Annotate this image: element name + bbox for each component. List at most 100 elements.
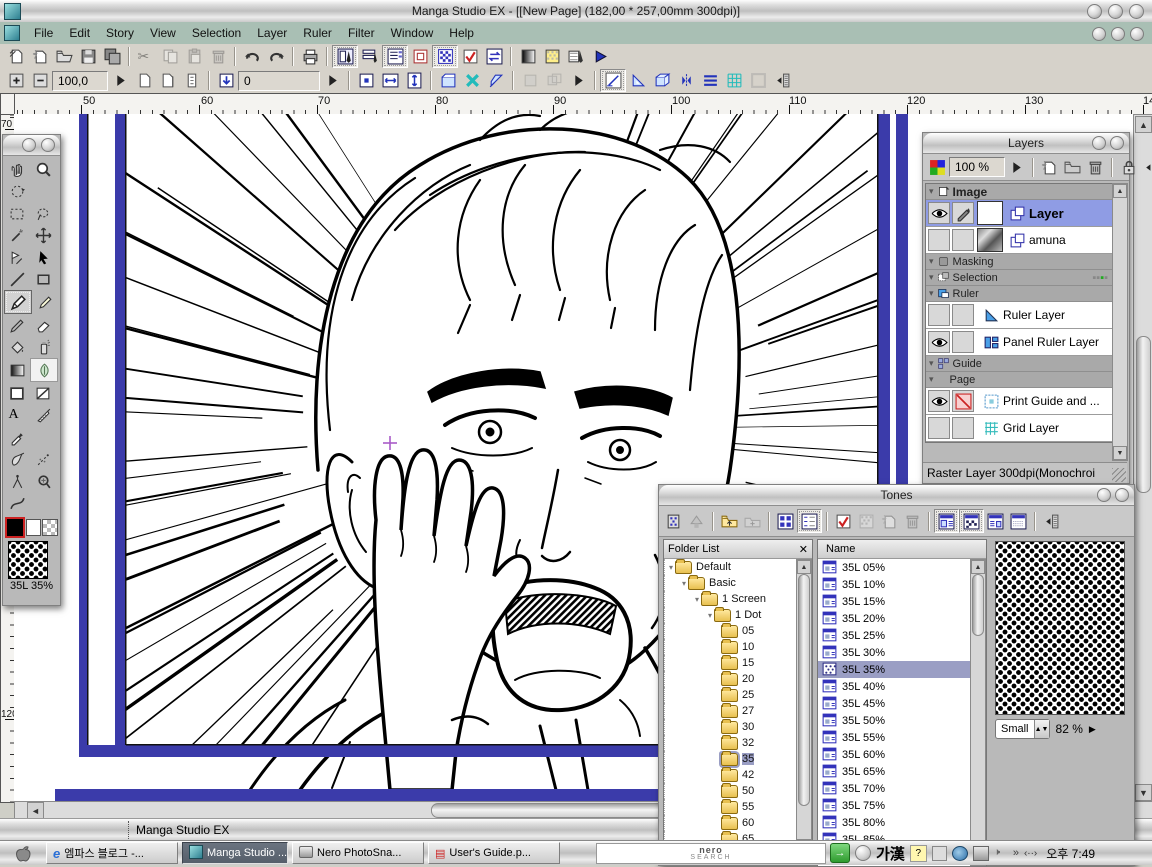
print-button[interactable]: [298, 46, 322, 67]
more-arrow[interactable]: [566, 70, 590, 91]
zoom-out-button[interactable]: [28, 70, 52, 91]
tray-volume-icon[interactable]: 🕨: [994, 847, 1008, 860]
layer-row-panel-ruler-layer[interactable]: Panel Ruler Layer: [926, 329, 1112, 356]
tone-item-35l-65-[interactable]: 35L 65%: [818, 763, 972, 780]
tone-item-35l-80-[interactable]: 35L 80%: [818, 814, 972, 831]
task-users-guide[interactable]: ▤User's Guide.p...: [428, 842, 560, 864]
tone-folder-32[interactable]: 32: [664, 735, 798, 751]
layers-close-button[interactable]: [1110, 136, 1124, 150]
tonelist-scroll-thumb[interactable]: [972, 574, 984, 636]
task-empas-blog[interactable]: e엠파스 블로그 -...: [46, 842, 178, 864]
tones-menu-button[interactable]: [1040, 510, 1063, 532]
lasso-tool[interactable]: [30, 202, 56, 224]
layer-edit-box[interactable]: [952, 331, 974, 353]
hand-tool[interactable]: [4, 158, 30, 180]
layer-edit-box[interactable]: [952, 417, 974, 439]
panel-mode-button[interactable]: [436, 70, 460, 91]
tone-item-35l-45-[interactable]: 35L 45%: [818, 695, 972, 712]
layer-row-grid-layer[interactable]: Grid Layer: [926, 415, 1112, 442]
menu-window[interactable]: Window: [383, 26, 442, 40]
layer-print-disabled-icon[interactable]: [952, 390, 974, 412]
pattern-brush-tool[interactable]: [30, 358, 58, 382]
airbrush-tool[interactable]: [30, 336, 56, 358]
background-color-swatch[interactable]: [26, 519, 42, 536]
ime-indicator[interactable]: 가漢: [876, 843, 905, 864]
marker-tool[interactable]: [4, 314, 30, 336]
menu-file[interactable]: File: [26, 26, 61, 40]
tone-check-button[interactable]: [832, 510, 855, 532]
pen-ruler-button[interactable]: [600, 69, 626, 92]
marquee-tool[interactable]: [4, 202, 30, 224]
actual-size-button[interactable]: [354, 70, 378, 91]
tonelist-scroll-up[interactable]: ▲: [971, 560, 985, 574]
tray-display-icon[interactable]: [952, 846, 968, 861]
tone-folder-1-dot[interactable]: ▾1 Dot: [664, 607, 798, 623]
show-both-toggle[interactable]: [984, 510, 1007, 532]
undo-button[interactable]: [240, 46, 264, 67]
tones-close-button[interactable]: [1115, 488, 1129, 502]
panel-cutter-tool[interactable]: [30, 382, 56, 404]
list-view-button[interactable]: [797, 509, 822, 533]
layer-visible-eye-icon[interactable]: [928, 331, 950, 353]
perspective-ruler-button[interactable]: [650, 70, 674, 91]
tone-item-35l-75-[interactable]: 35L 75%: [818, 797, 972, 814]
tone-item-35l-35-[interactable]: 35L 35%: [818, 661, 972, 678]
panel-tool[interactable]: [4, 382, 30, 404]
layer-visibility-box[interactable]: [928, 417, 950, 439]
rotate-view-button[interactable]: [460, 70, 484, 91]
menubar-restore-button[interactable]: [1111, 27, 1125, 41]
tone-folder-55[interactable]: 55: [664, 799, 798, 815]
vertical-scroll-thumb[interactable]: [1136, 336, 1151, 493]
tone-folder-25[interactable]: 25: [664, 687, 798, 703]
show-none-toggle[interactable]: [1007, 510, 1030, 532]
tone-item-35l-30-[interactable]: 35L 30%: [818, 644, 972, 661]
tree-scroll-up[interactable]: ▲: [797, 560, 811, 574]
tool-palette-close-button[interactable]: [41, 138, 55, 152]
tones-collapse-button[interactable]: [1097, 488, 1111, 502]
tone-item-35l-10-[interactable]: 35L 10%: [818, 576, 972, 593]
toolbar-handle[interactable]: [770, 70, 794, 91]
tone-folder-15[interactable]: 15: [664, 655, 798, 671]
layer-color-button[interactable]: [926, 156, 949, 178]
layers-section-selection[interactable]: ▾Selection▪▪▪▪: [926, 270, 1112, 286]
task-manga-studio[interactable]: Manga Studio ...: [182, 842, 288, 864]
menu-selection[interactable]: Selection: [184, 26, 249, 40]
layers-section-masking[interactable]: ▾Masking: [926, 254, 1112, 270]
rotate-tool[interactable]: [4, 180, 30, 202]
tone-folder-50[interactable]: 50: [664, 783, 798, 799]
window-maximize-button[interactable]: [1108, 4, 1123, 19]
tone-folder-65[interactable]: 65: [664, 831, 798, 840]
new-layer-button[interactable]: [1038, 156, 1061, 178]
finger-tool[interactable]: [4, 448, 30, 470]
layer-visible-eye-icon[interactable]: [928, 202, 950, 224]
fit-height-button[interactable]: [402, 70, 426, 91]
page-menu-arrow[interactable]: [320, 70, 344, 91]
lock-layer-button[interactable]: [1117, 156, 1140, 178]
materials-button[interactable]: [564, 46, 588, 67]
ime-pad-icon[interactable]: [932, 846, 947, 861]
page-value-field[interactable]: 0: [238, 71, 320, 91]
parallel-lines-button[interactable]: [698, 70, 722, 91]
start-button[interactable]: [8, 843, 38, 863]
prev-page-button[interactable]: [132, 70, 156, 91]
pen-tool[interactable]: [4, 290, 32, 314]
compass-tool[interactable]: [4, 470, 30, 492]
tone-folder-1-screen[interactable]: ▾1 Screen: [664, 591, 798, 607]
layer-visibility-box[interactable]: [928, 304, 950, 326]
save-all-button[interactable]: [100, 46, 124, 67]
magic-wand-tool[interactable]: [4, 224, 30, 246]
layer-edit-box[interactable]: [952, 304, 974, 326]
gradient-tool[interactable]: [4, 359, 30, 381]
gradation-button[interactable]: [516, 46, 540, 67]
symmetry-ruler-button[interactable]: [674, 70, 698, 91]
select-arrow-tool[interactable]: [30, 246, 56, 268]
new-folder-button[interactable]: [1061, 156, 1084, 178]
folder-list-close-icon[interactable]: ✕: [799, 543, 808, 556]
section-collapse-icon[interactable]: ▾: [929, 256, 934, 267]
tone-folder-30[interactable]: 30: [664, 719, 798, 735]
thumbnail-view-button[interactable]: [774, 510, 797, 532]
layers-section-guide[interactable]: ▾Guide: [926, 356, 1112, 372]
layer-row-amuna[interactable]: amuna: [926, 227, 1112, 254]
menu-story[interactable]: Story: [98, 26, 142, 40]
canvas-vertical-scrollbar[interactable]: ▲ ▼: [1133, 114, 1152, 803]
